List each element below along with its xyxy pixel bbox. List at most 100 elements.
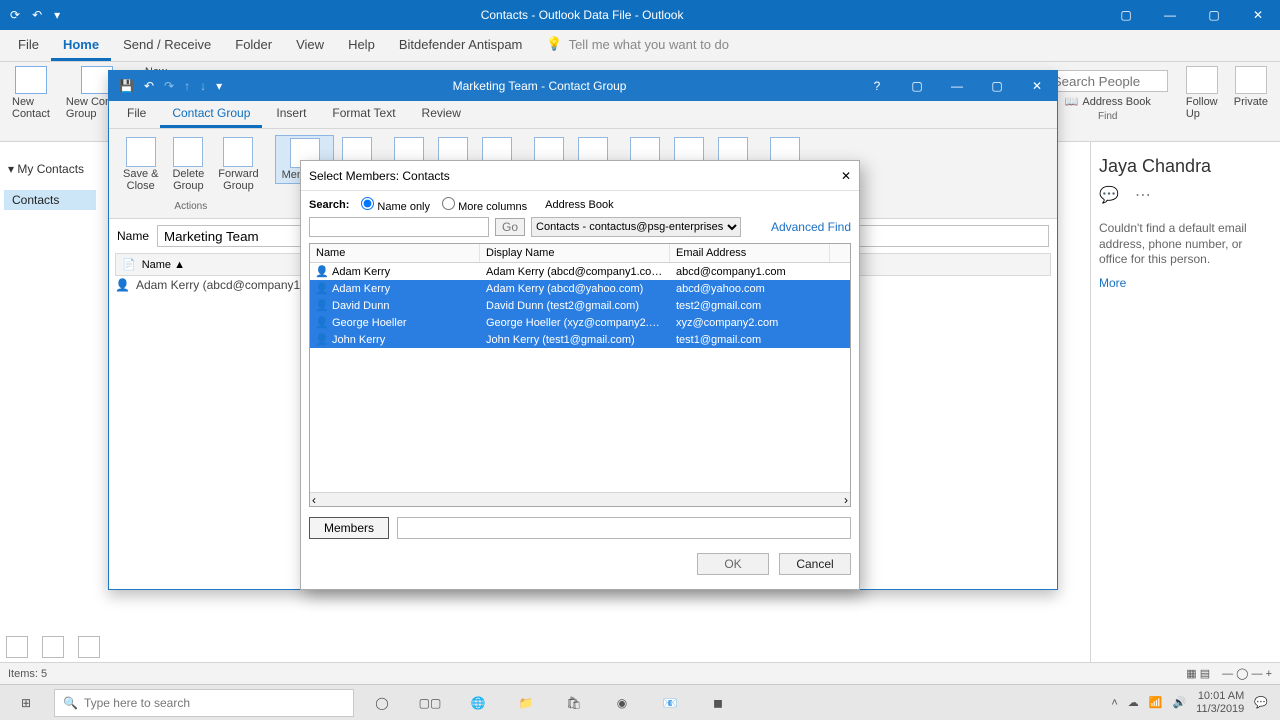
nav-my-contacts[interactable]: ▾ My Contacts [4, 148, 96, 190]
contact-details-pane: Jaya Chandra 💬 ⋯ Couldn't find a default… [1090, 142, 1280, 662]
sm-more-columns-radio[interactable]: More columns [442, 197, 527, 213]
sm-name-only-radio[interactable]: Name only [361, 197, 430, 213]
cg-title: Marketing Team - Contact Group [222, 79, 857, 93]
people-module-icon[interactable] [78, 636, 100, 658]
forward-group-button[interactable]: Forward Group [212, 135, 264, 194]
system-tray[interactable]: ˄ ☁ 📶 🔊 10:01 AM 11/3/2019 💬 [1111, 690, 1274, 714]
sm-ab-label: Address Book [545, 199, 613, 211]
cg-tab-format-text[interactable]: Format Text [320, 100, 407, 128]
nav-module-icons [6, 636, 100, 658]
edge-icon[interactable]: 🌐 [458, 689, 498, 717]
cg-minimize-button[interactable]: — [937, 71, 977, 101]
sm-cancel-button[interactable]: Cancel [779, 553, 851, 575]
sm-go-button[interactable]: Go [495, 218, 525, 236]
win-present-icon[interactable]: ▢ [1104, 0, 1148, 30]
tray-sound-icon[interactable]: 🔊 [1172, 696, 1186, 709]
tab-bitdefender[interactable]: Bitdefender Antispam [387, 30, 535, 61]
sm-result-row[interactable]: 👤Adam KerryAdam Kerry (abcd@company1.com… [310, 263, 850, 280]
sm-grid-body[interactable]: 👤Adam KerryAdam Kerry (abcd@company1.com… [310, 263, 850, 492]
cg-present-icon[interactable]: ▢ [897, 71, 937, 101]
refresh-icon[interactable]: ⟳ [10, 8, 20, 22]
windows-taskbar: ⊞ 🔍 Type here to search ◯ ▢▢ 🌐 📁 🛍 ◉ 📧 ◼… [0, 684, 1280, 720]
maximize-button[interactable]: ▢ [1192, 0, 1236, 30]
status-items: Items: 5 [8, 668, 47, 680]
cg-tab-contact-group[interactable]: Contact Group [160, 100, 262, 128]
cg-tab-insert[interactable]: Insert [264, 100, 318, 128]
tray-clock[interactable]: 10:01 AM 11/3/2019 [1196, 690, 1244, 714]
tell-me[interactable]: 💡Tell me what you want to do [534, 29, 741, 61]
mail-module-icon[interactable] [6, 636, 28, 658]
cg-help-button[interactable]: ? [857, 71, 897, 101]
sm-result-row[interactable]: 👤David DunnDavid Dunn (test2@gmail.com)t… [310, 297, 850, 314]
cg-down-icon[interactable]: ↓ [200, 79, 206, 93]
status-bar: Items: 5 ▦ ▤ — ◯ — + [0, 662, 1280, 684]
close-button[interactable]: ✕ [1236, 0, 1280, 30]
sm-members-button[interactable]: Members [309, 517, 389, 539]
store-icon[interactable]: 🛍 [554, 689, 594, 717]
tab-home[interactable]: Home [51, 30, 111, 61]
sm-results-grid: Name Display Name Email Address 👤Adam Ke… [309, 243, 851, 507]
minimize-button[interactable]: — [1148, 0, 1192, 30]
more-link[interactable]: More [1099, 276, 1272, 290]
sm-search-input[interactable] [309, 217, 489, 237]
sm-result-row[interactable]: 👤John KerryJohn Kerry (test1@gmail.com)t… [310, 331, 850, 348]
view-icons[interactable]: ▦ ▤ [1186, 667, 1210, 680]
sm-grid-header: Name Display Name Email Address [310, 244, 850, 263]
undo-icon[interactable]: ↶ [32, 8, 42, 22]
address-book-button[interactable]: 📖 Address Book [1065, 95, 1151, 108]
sm-result-row[interactable]: 👤George HoellerGeorge Hoeller (xyz@compa… [310, 314, 850, 331]
sm-advanced-find-link[interactable]: Advanced Find [771, 220, 851, 234]
cg-tab-review[interactable]: Review [410, 100, 473, 128]
cg-maximize-button[interactable]: ▢ [977, 71, 1017, 101]
cg-undo-icon[interactable]: ↶ [144, 79, 154, 93]
search-people-input[interactable] [1048, 70, 1168, 92]
sm-members-field[interactable] [397, 517, 851, 539]
cg-save-icon[interactable]: 💾 [119, 79, 134, 93]
ribbon-find-group: 📖 Address Book Find [1042, 66, 1174, 126]
cg-close-button[interactable]: ✕ [1017, 71, 1057, 101]
tab-file[interactable]: File [6, 30, 51, 61]
tray-up-icon[interactable]: ˄ [1111, 697, 1117, 709]
nav-contacts[interactable]: Contacts [4, 190, 96, 210]
cg-redo-icon[interactable]: ↷ [164, 79, 174, 93]
delete-group-button[interactable]: Delete Group [166, 135, 210, 194]
tab-view[interactable]: View [284, 30, 336, 61]
zoom-slider[interactable]: — ◯ — + [1222, 667, 1272, 680]
group-name-label: Name [117, 229, 149, 243]
sm-address-book-select[interactable]: Contacts - contactus@psg-enterprises.com [531, 217, 741, 237]
cg-up-icon[interactable]: ↑ [184, 79, 190, 93]
tray-notifications-icon[interactable]: 💬 [1254, 696, 1268, 709]
new-contact-button[interactable]: New Contact [8, 66, 54, 120]
tray-wifi-icon[interactable]: 📶 [1149, 696, 1163, 709]
sm-h-scrollbar[interactable]: ‹› [310, 492, 850, 506]
select-members-dialog: Select Members: Contacts ✕ Search: Name … [300, 160, 860, 590]
taskbar-search[interactable]: 🔍 Type here to search [54, 689, 354, 717]
sm-search-label: Search: [309, 199, 349, 211]
sm-ok-button[interactable]: OK [697, 553, 769, 575]
sm-close-button[interactable]: ✕ [841, 169, 851, 183]
col-email[interactable]: Email Address [670, 244, 830, 262]
chat-icon[interactable]: 💬 [1099, 185, 1119, 205]
cg-tab-file[interactable]: File [115, 100, 158, 128]
tab-folder[interactable]: Folder [223, 30, 284, 61]
private-button[interactable]: Private [1230, 66, 1272, 108]
cortana-icon[interactable]: ◯ [362, 689, 402, 717]
tab-send-receive[interactable]: Send / Receive [111, 30, 223, 61]
follow-up-button[interactable]: Follow Up [1182, 66, 1222, 120]
outlook-taskbar-icon[interactable]: 📧 [650, 689, 690, 717]
start-button[interactable]: ⊞ [6, 689, 46, 717]
col-name[interactable]: Name [310, 244, 480, 262]
explorer-icon[interactable]: 📁 [506, 689, 546, 717]
contact-note: Couldn't find a default email address, p… [1099, 221, 1272, 268]
tab-help[interactable]: Help [336, 30, 387, 61]
calendar-module-icon[interactable] [42, 636, 64, 658]
sm-result-row[interactable]: 👤Adam KerryAdam Kerry (abcd@yahoo.com)ab… [310, 280, 850, 297]
tray-cloud-icon[interactable]: ☁ [1128, 696, 1139, 709]
task-view-icon[interactable]: ▢▢ [410, 689, 450, 717]
chrome-icon[interactable]: ◉ [602, 689, 642, 717]
more-icon[interactable]: ⋯ [1135, 185, 1151, 205]
save-close-button[interactable]: Save & Close [117, 135, 164, 194]
recorder-icon[interactable]: ◼ [698, 689, 738, 717]
cg-titlebar: 💾 ↶ ↷ ↑ ↓ ▾ Marketing Team - Contact Gro… [109, 71, 1057, 101]
col-display[interactable]: Display Name [480, 244, 670, 262]
